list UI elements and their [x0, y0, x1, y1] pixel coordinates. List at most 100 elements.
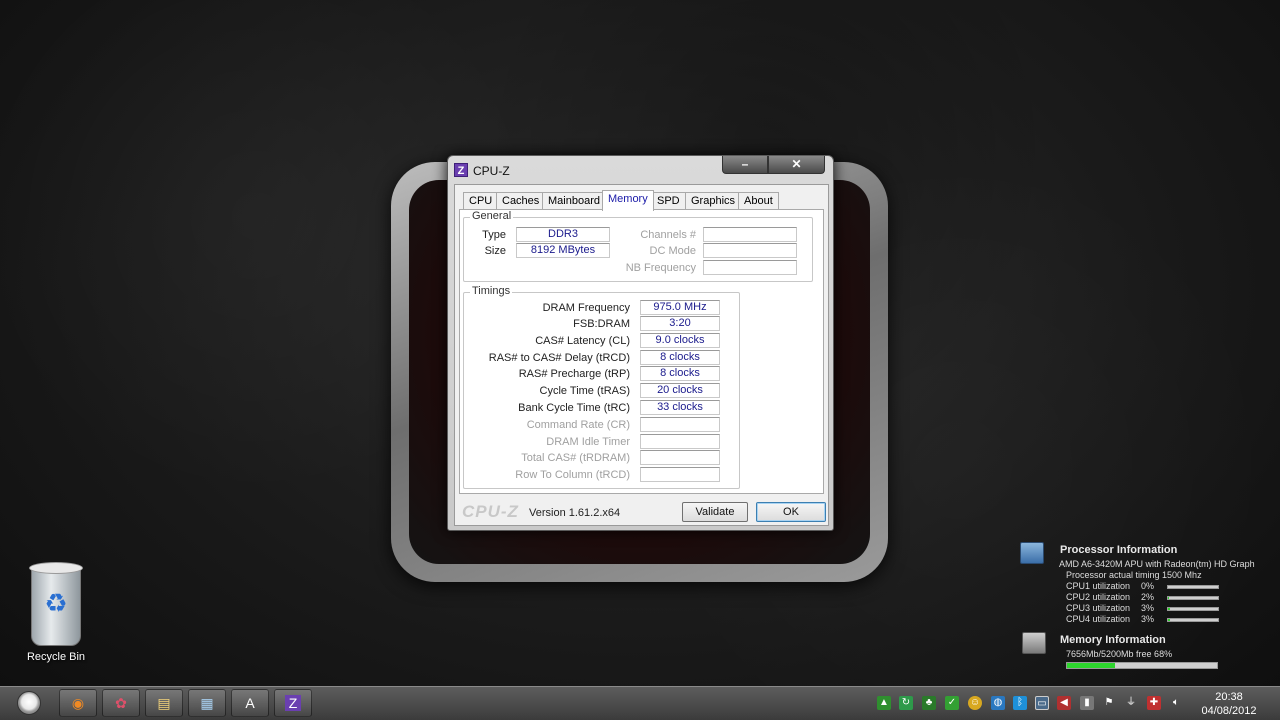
timing-value: 20 clocks: [640, 383, 720, 398]
memory-gadget-title: Memory Information: [1060, 634, 1166, 646]
cpuz-logo: CPU-Z: [462, 502, 519, 521]
timing-label: DRAM Frequency: [542, 302, 630, 314]
minimize-button[interactable]: –: [722, 156, 768, 174]
tray-speaker-alert-icon[interactable]: ◀: [1057, 696, 1071, 710]
dc-mode-value: [703, 243, 797, 258]
cpu-utilization-bar: [1167, 596, 1219, 600]
recycle-bin-label: Recycle Bin: [26, 651, 86, 663]
clock[interactable]: 20:38 04/08/2012: [1196, 690, 1262, 718]
tab-caches[interactable]: Caches: [496, 192, 546, 210]
ok-button[interactable]: OK: [756, 502, 826, 522]
tab-about[interactable]: About: [738, 192, 779, 210]
timings-group: Timings DRAM Frequency 975.0 MHz FSB:DRA…: [463, 285, 740, 489]
timing-label: Command Rate (CR): [526, 419, 630, 431]
tray-smiley-icon[interactable]: ☺: [968, 696, 982, 710]
recycle-bin-shortcut[interactable]: ♻ Recycle Bin: [16, 560, 96, 663]
tray-volume-icon[interactable]: 🔈︎: [1169, 696, 1183, 710]
cpu-utilization-bar: [1167, 618, 1219, 622]
timing-label: RAS# Precharge (tRP): [518, 368, 630, 380]
notepad-icon: ▦: [200, 695, 214, 711]
window-titlebar[interactable]: Z CPU-Z – ✕: [448, 156, 833, 184]
cpu-utilization-bar: [1167, 585, 1219, 589]
timing-label: DRAM Idle Timer: [546, 436, 630, 448]
processor-model: AMD A6-3420M APU with Radeon(tm) HD Grap…: [1059, 559, 1255, 569]
start-button[interactable]: [17, 691, 41, 715]
timing-value: [640, 417, 720, 432]
tray-antivirus-icon[interactable]: ✚: [1147, 696, 1161, 710]
tray-leaf-icon[interactable]: ♣: [922, 696, 936, 710]
tray-flag-icon[interactable]: ⚑: [1102, 696, 1116, 710]
window-footer: CPU-Z Version 1.61.2.x64 Validate OK: [455, 497, 830, 525]
timing-value: [640, 434, 720, 449]
tray-monitor-icon[interactable]: ▭: [1035, 696, 1049, 710]
timing-value: 3:20: [640, 316, 720, 331]
cpu-utilization-value: 3%: [1141, 603, 1155, 613]
explorer-icon: ▤: [157, 695, 171, 711]
taskbar-explorer-button[interactable]: ▤: [145, 689, 183, 717]
memory-tab-panel: General Type DDR3 Size 8192 MBytes Chann…: [459, 209, 824, 494]
memory-info-gadget[interactable]: Memory Information 7656Mb/5200Mb free 68…: [1020, 630, 1270, 674]
timing-label: CAS# Latency (CL): [535, 335, 630, 347]
firefox-icon: ◉: [71, 695, 85, 711]
timing-value: 975.0 MHz: [640, 300, 720, 315]
tray-globe-icon[interactable]: ◍: [991, 696, 1005, 710]
tray-power-icon[interactable]: ⏚: [1124, 696, 1138, 710]
timing-label: Total CAS# (tRDRAM): [521, 452, 630, 464]
timing-value: [640, 450, 720, 465]
cpu-utilization-value: 2%: [1141, 592, 1155, 602]
recycle-bin-icon: ♻: [25, 560, 87, 648]
timing-label: FSB:DRAM: [573, 318, 630, 330]
app-flower-icon: ✿: [115, 695, 127, 711]
tab-graphics[interactable]: Graphics: [685, 192, 742, 210]
tab-cpu[interactable]: CPU: [463, 192, 499, 210]
tray-network-icon[interactable]: ▲: [877, 696, 891, 710]
window-client-area: CPU Caches Mainboard Memory SPD Graphics…: [454, 184, 829, 526]
type-value: DDR3: [516, 227, 610, 242]
cpu-utilization-value: 3%: [1141, 614, 1155, 624]
nb-frequency-label: NB Frequency: [625, 262, 696, 274]
channels-label: Channels #: [640, 229, 696, 241]
taskbar-firefox-button[interactable]: ◉: [59, 689, 97, 717]
memory-chip-icon: [1022, 632, 1046, 654]
tray-bluetooth-icon[interactable]: ᛒ: [1013, 696, 1027, 710]
close-button[interactable]: ✕: [768, 156, 825, 174]
processor-timing: Processor actual timing 1500 Mhz: [1066, 570, 1202, 580]
memory-usage-text: 7656Mb/5200Mb free 68%: [1066, 649, 1173, 659]
window-title: CPU-Z: [473, 164, 510, 178]
taskbar-cpuz-button[interactable]: Z: [274, 689, 312, 717]
taskbar: ◉ ✿ ▤ ▦ A Z ▲ ↻ ♣ ✓ ☺ ◍ ᛒ ▭ ◀ ▮ ⚑ ⏚ ✚ 🔈︎ 20:3…: [0, 686, 1280, 720]
cpu-utilization-label: CPU4 utilization: [1066, 614, 1131, 624]
tab-memory[interactable]: Memory: [602, 190, 654, 211]
version-text: Version 1.61.2.x64: [529, 507, 621, 519]
timing-value: 8 clocks: [640, 366, 720, 381]
cpuz-window[interactable]: Z CPU-Z – ✕ CPU Caches Mainboard Memory …: [447, 155, 834, 531]
tab-mainboard[interactable]: Mainboard: [542, 192, 606, 210]
clock-date: 04/08/2012: [1201, 705, 1257, 717]
cpu-utilization-value: 0%: [1141, 581, 1155, 591]
size-value: 8192 MBytes: [516, 243, 610, 258]
general-group-title: General: [470, 210, 514, 222]
processor-info-gadget[interactable]: Processor Information AMD A6-3420M APU w…: [1020, 540, 1270, 630]
tray-sync-icon[interactable]: ↻: [899, 696, 913, 710]
timing-value: 9.0 clocks: [640, 333, 720, 348]
dc-mode-label: DC Mode: [649, 245, 696, 257]
cpu-utilization-label: CPU2 utilization: [1066, 592, 1131, 602]
type-label: Type: [482, 229, 506, 241]
taskbar-font-app-button[interactable]: A: [231, 689, 269, 717]
cpu-utilization-label: CPU3 utilization: [1066, 603, 1131, 613]
size-label: Size: [484, 245, 506, 257]
timing-label: Row To Column (tRCD): [515, 469, 630, 481]
taskbar-app-flower-button[interactable]: ✿: [102, 689, 140, 717]
validate-button[interactable]: Validate: [682, 502, 748, 522]
cpuz-app-icon: Z: [454, 163, 468, 177]
cpu-utilization-bar: [1167, 607, 1219, 611]
processor-gadget-title: Processor Information: [1060, 544, 1178, 556]
timings-group-title: Timings: [470, 285, 513, 297]
tray-device-icon[interactable]: ▮: [1080, 696, 1094, 710]
tray-check-icon[interactable]: ✓: [945, 696, 959, 710]
taskbar-notepad-button[interactable]: ▦: [188, 689, 226, 717]
font-app-icon: A: [245, 695, 255, 711]
general-group: General Type DDR3 Size 8192 MBytes Chann…: [463, 210, 813, 282]
timing-label: Bank Cycle Time (tRC): [518, 402, 630, 414]
tab-spd[interactable]: SPD: [651, 192, 686, 210]
